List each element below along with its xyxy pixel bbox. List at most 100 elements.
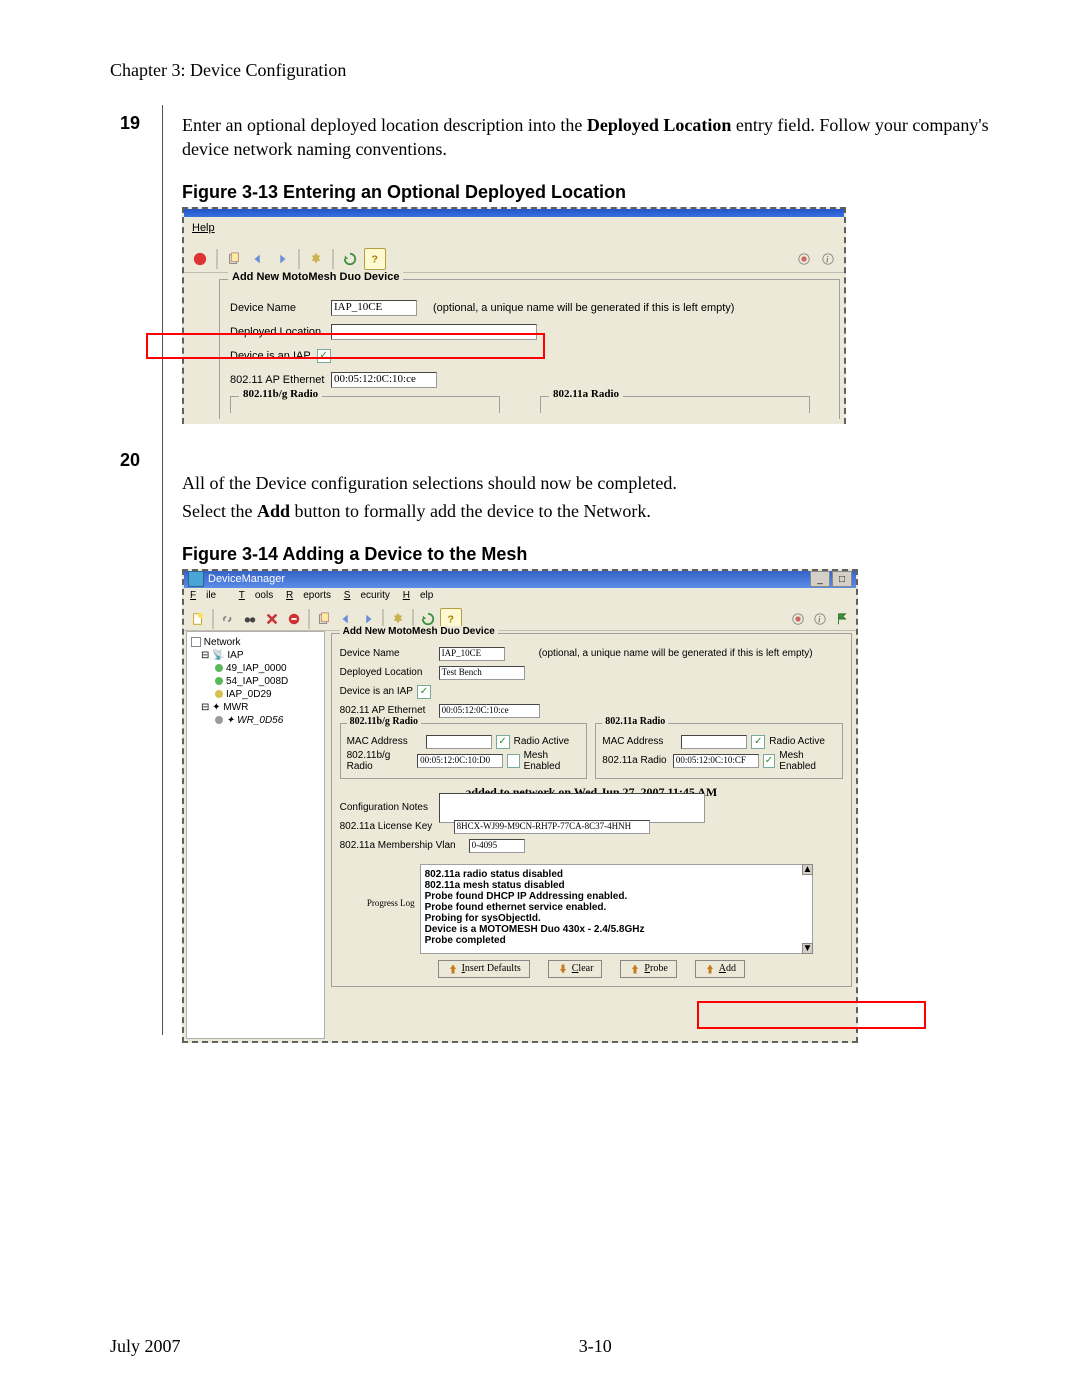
membership-vlan-input[interactable]: 0-4095 [469,839,525,853]
a-radio-active-checkbox[interactable] [751,735,765,749]
info-icon[interactable]: i [810,609,830,629]
ap-ethernet-label: 802.11 AP Ethernet [340,705,435,716]
menubar: Help [184,217,844,246]
a-radio-label: 802.11a Radio [602,755,669,766]
stop-icon[interactable] [284,609,304,629]
copy-icon[interactable] [314,609,334,629]
scroll-up-icon[interactable]: ▲ [802,864,813,875]
radio-bg-title: 802.11b/g Radio [347,716,421,727]
deployed-location-label: Deployed Location [340,667,435,678]
copy-icon[interactable] [224,249,244,269]
ap-ethernet-input[interactable]: 00:05:12:0C:10:ce [439,704,540,718]
figure-3-13-caption: Figure 3-13 Entering an Optional Deploye… [182,182,1005,203]
network-tree[interactable]: Network ⊟ 📡 IAP 49_IAP_0000 54_IAP_008D … [186,631,325,1039]
a-radio-input[interactable]: 00:05:12:0C:10:CF [673,754,759,768]
highlight-add-button [697,1001,926,1029]
window-titlebar [184,209,844,217]
forward-icon[interactable] [272,249,292,269]
svg-text:?: ? [448,613,454,625]
device-is-iap-checkbox[interactable] [417,685,431,699]
license-key-input[interactable]: 8HCX-WJ99-M9CN-RH7P-77CA-8C37-4HNH [454,820,650,834]
config-notes-input[interactable] [439,793,705,823]
radio-bg-title: 802.11b/g Radio [239,388,322,400]
device-name-note: (optional, a unique name will be generat… [539,648,813,659]
bg-radio-active-label: Radio Active [514,736,570,747]
bg-mac-input[interactable] [426,735,492,749]
page-number: 3-10 [579,1336,612,1357]
toolbar: ? i [184,608,856,631]
device-name-label: Device Name [340,648,435,659]
clear-button[interactable]: Clear [548,960,603,978]
toolbar: ? i [184,246,844,273]
menu-reports[interactable]: Reports [286,590,331,601]
bg-mesh-label: Mesh Enabled [524,750,581,772]
tools-icon[interactable] [306,249,326,269]
device-is-iap-label: Device is an IAP [340,686,413,697]
svg-text:?: ? [372,253,378,265]
footer-date: July 2007 [110,1336,181,1357]
bg-radio-label: 802.11b/g Radio [347,750,414,772]
a-mac-input[interactable] [681,735,747,749]
probe-button[interactable]: Probe [620,960,676,978]
back-icon[interactable] [248,249,268,269]
add-button[interactable]: Add [695,960,745,978]
figure-3-14: DeviceManager _ □ File Tools Reports Sec… [182,569,858,1043]
deployed-location-input[interactable]: Test Bench [439,666,525,680]
membership-vlan-label: 802.11a Membership Vlan [340,840,465,851]
info-icon[interactable]: i [818,249,838,269]
a-radio-active-label: Radio Active [769,736,825,747]
flag-icon[interactable] [832,609,852,629]
step-20-number: 20 [120,450,140,471]
device-name-input[interactable]: IAP_10CE [439,647,505,661]
figure-3-13: Help ? i Add New MotoMesh Duo Device Dev… [182,207,846,424]
a-mesh-label: Mesh Enabled [779,750,836,772]
menu-security[interactable]: Security [344,590,390,601]
ap-ethernet-input[interactable]: 00:05:12:0C:10:ce [331,372,437,388]
delete-icon[interactable] [262,609,282,629]
step-19-text: Enter an optional deployed location desc… [182,113,1005,162]
device-name-input[interactable]: IAP_10CE [331,300,417,316]
step-19-number: 19 [120,113,140,134]
menubar: File Tools Reports Security Help [184,588,856,608]
new-icon[interactable] [188,609,208,629]
license-key-label: 802.11a License Key [340,821,450,832]
device-name-note: (optional, a unique name will be generat… [433,302,734,314]
page-footer: July 2007 3-10 [110,1336,1010,1357]
divider-line [162,105,163,1035]
progress-log-label: Progress Log [340,898,415,908]
record-icon[interactable] [794,249,814,269]
scroll-down-icon[interactable]: ▼ [802,943,813,954]
highlight-deployed-location [146,333,545,359]
radio-a-title: 802.11a Radio [549,388,623,400]
bg-mesh-checkbox[interactable] [507,754,520,768]
refresh-icon[interactable] [340,249,360,269]
a-mesh-checkbox[interactable] [763,754,776,768]
menu-help[interactable]: Help [192,222,215,234]
a-mac-label: MAC Address [602,736,677,747]
app-icon [188,571,204,587]
menu-file[interactable]: File [190,590,226,601]
binoculars-icon[interactable] [240,609,260,629]
menu-help[interactable]: Help [403,590,434,601]
insert-defaults-button[interactable]: Insert Defaults [438,960,530,978]
fieldset-add-device: Add New MotoMesh Duo Device [340,626,498,637]
svg-text:i: i [826,254,829,265]
figure-3-14-caption: Figure 3-14 Adding a Device to the Mesh [182,544,1005,565]
minimize-button[interactable]: _ [810,571,830,587]
app-icon [190,249,210,269]
config-notes-label: Configuration Notes [340,802,435,813]
bg-radio-input[interactable]: 00:05:12:0C:10:D0 [417,754,503,768]
menu-tools[interactable]: Tools [239,590,273,601]
bg-mac-label: MAC Address [347,736,422,747]
step-20-text: All of the Device configuration selectio… [182,470,1005,526]
fieldset-add-device: Add New MotoMesh Duo Device [228,271,403,283]
window-title: DeviceManager [208,573,285,585]
bg-radio-active-checkbox[interactable] [496,735,510,749]
help-icon[interactable]: ? [364,248,386,270]
svg-text:i: i [818,614,821,625]
maximize-button[interactable]: □ [832,571,852,587]
link-icon[interactable] [218,609,238,629]
record-icon[interactable] [788,609,808,629]
progress-log: ▲ ▼ 802.11a radio status disabled802.11a… [420,864,813,954]
window-titlebar: DeviceManager _ □ [184,571,856,588]
